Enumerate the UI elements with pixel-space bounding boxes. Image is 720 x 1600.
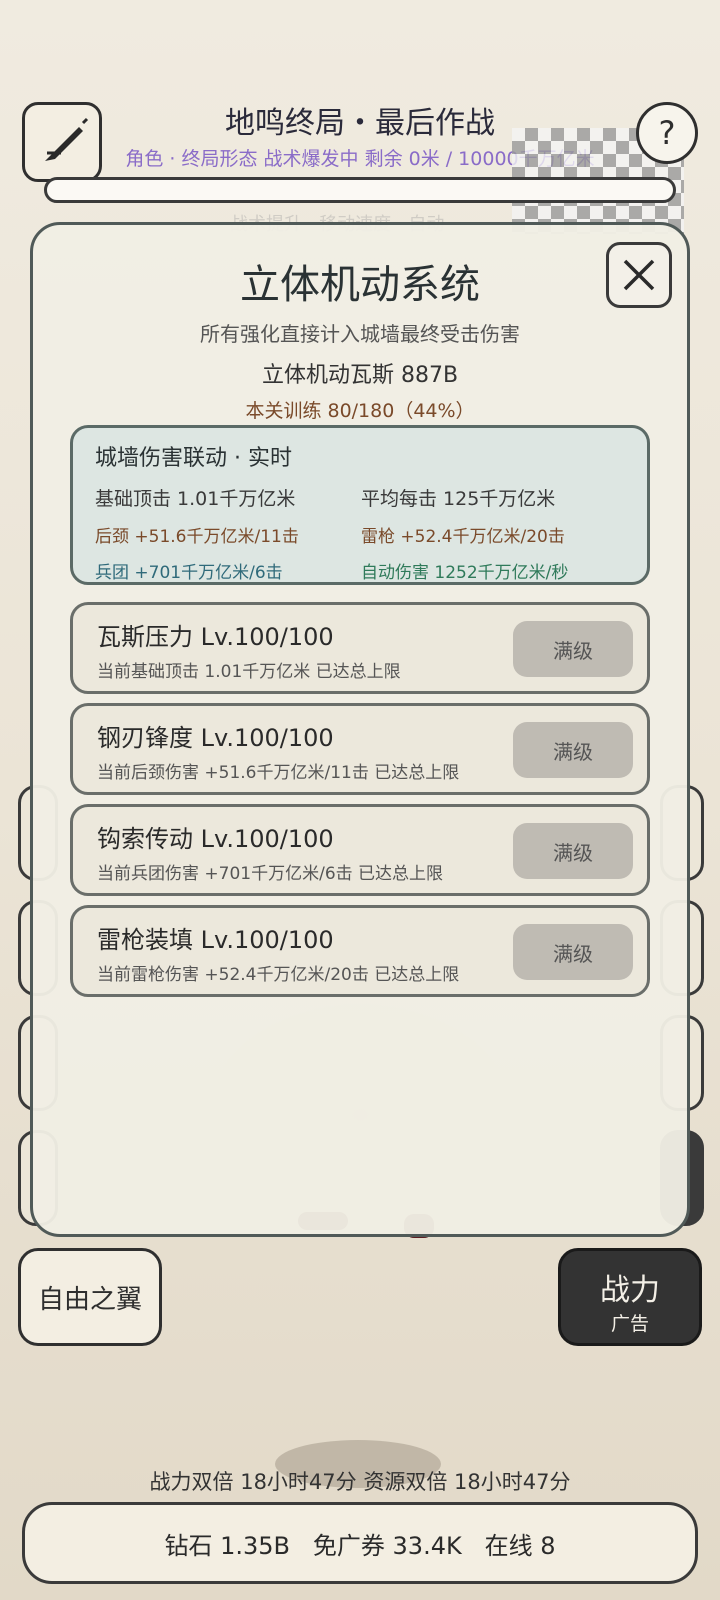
upgrade-card-blade-sharpness: 钢刃锋度 Lv.100/100 当前后颈伤害 +51.6千万亿米/11击 已达总… [70,703,650,795]
upgrade-name: 瓦斯压力 Lv.100/100 [97,623,334,651]
power-ad-button[interactable]: 战力 广告 [558,1248,702,1346]
upgrade-desc: 当前兵团伤害 +701千万亿米/6击 已达总上限 [97,864,444,884]
base-hit-value: 基础顶击 1.01千万亿米 [95,488,296,510]
wings-of-freedom-button[interactable]: 自由之翼 [18,1248,162,1346]
close-icon [623,259,655,291]
upgrade-desc: 当前雷枪伤害 +52.4千万亿米/20击 已达总上限 [97,965,460,985]
close-button[interactable] [606,242,672,308]
upgrade-card-thunder-spear: 雷枪装填 Lv.100/100 当前雷枪伤害 +52.4千万亿米/20击 已达总… [70,905,650,997]
upgrade-name: 雷枪装填 Lv.100/100 [97,926,334,954]
max-level-button[interactable]: 满级 [513,621,633,677]
help-icon: ? [658,114,676,152]
currency-bar: 钻石 1.35B 免广券 33.4K 在线 8 [22,1502,698,1584]
upgrade-card-gas-pressure: 瓦斯压力 Lv.100/100 当前基础顶击 1.01千万亿米 已达总上限 满级 [70,602,650,694]
training-progress: 本关训练 80/180（44%） [245,400,475,422]
thunder-spear-value: 雷枪 +52.4千万亿米/20击 [361,527,565,547]
currency-text: 钻石 1.35B 免广券 33.4K 在线 8 [164,1531,556,1560]
upgrade-desc: 当前基础顶击 1.01千万亿米 已达总上限 [97,662,401,682]
modal-description: 所有强化直接计入城墙最终受击伤害 [200,322,520,346]
max-level-button[interactable]: 满级 [513,722,633,778]
wall-damage-panel: 城墙伤害联动 · 实时 基础顶击 1.01千万亿米 平均每击 125千万亿米 后… [70,425,650,585]
upgrade-card-grapple-drive: 钩索传动 Lv.100/100 当前兵团伤害 +701千万亿米/6击 已达总上限… [70,804,650,896]
power-label: 战力 [600,1273,660,1308]
panel-heading: 城墙伤害联动 · 实时 [95,446,292,471]
wings-label: 自由之翼 [37,1284,142,1315]
gas-amount: 立体机动瓦斯 887B [261,363,459,388]
max-level-button[interactable]: 满级 [513,924,633,980]
nape-damage-value: 后颈 +51.6千万亿米/11击 [95,527,299,547]
distance-progress-bar [44,177,676,203]
legion-damage-value: 兵团 +701千万亿米/6击 [95,563,283,583]
upgrade-name: 钢刃锋度 Lv.100/100 [97,724,334,752]
double-boost-status: 战力双倍 18小时47分 资源双倍 18小时47分 [149,1470,571,1494]
avg-hit-value: 平均每击 125千万亿米 [361,488,556,510]
ad-label: 广告 [610,1313,649,1335]
upgrade-desc: 当前后颈伤害 +51.6千万亿米/11击 已达总上限 [97,763,460,783]
auto-damage-value: 自动伤害 1252千万亿米/秒 [361,563,569,583]
upgrade-name: 钩索传动 Lv.100/100 [97,825,334,853]
max-level-button[interactable]: 满级 [513,823,633,879]
help-button[interactable]: ? [636,102,698,164]
